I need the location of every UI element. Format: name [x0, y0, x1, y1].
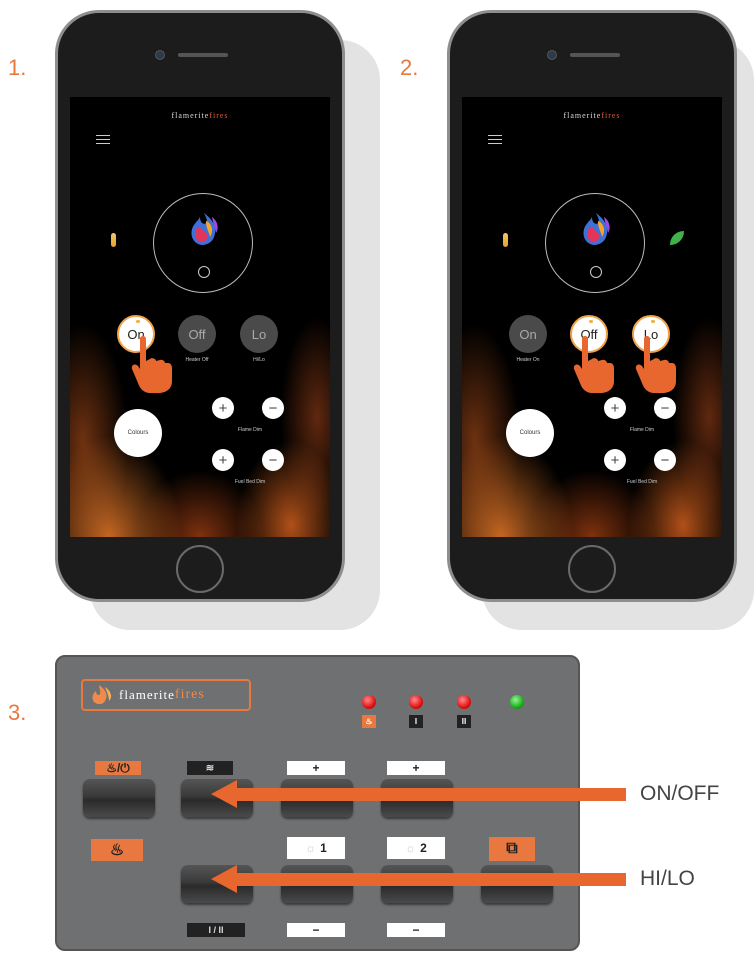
power-button[interactable]: [83, 779, 155, 817]
hi-lo-tag: I / II: [187, 923, 245, 937]
app-screen-1: flameritefires On Off Lo Heater Off Hi/L…: [70, 97, 330, 537]
hamburger-menu-icon[interactable]: [96, 135, 110, 147]
on-off-arrow: [236, 788, 626, 801]
flame-dim-minus-button[interactable]: −: [654, 397, 676, 419]
link-icon: ⧉: [489, 837, 535, 861]
bulb-icon: ☼: [405, 841, 417, 855]
heat-1-indicator: I: [409, 715, 423, 728]
speaker: [178, 53, 228, 57]
app-brand: flameritefires: [171, 111, 229, 120]
flame-dim-label: Flame Dim: [629, 427, 655, 433]
thermometer-icon: [111, 233, 116, 247]
light-2-tag: ☼ 2: [387, 837, 445, 859]
fuel-bed-plus-button[interactable]: +: [212, 449, 234, 471]
colours-button[interactable]: Colours: [506, 409, 554, 457]
flame-dim-minus-button[interactable]: −: [262, 397, 284, 419]
on-off-label: ON/OFF: [640, 782, 720, 805]
power-tag: ♨ / ⏻: [95, 761, 141, 775]
fuel-bed-dim-label: Fuel Bed Dim: [234, 479, 266, 485]
phone-2: flameritefires On Off Lo Heater On Colou…: [447, 10, 737, 602]
on-button[interactable]: On: [509, 315, 547, 353]
heat-2-indicator: II: [457, 715, 471, 728]
step-number-1: 1.: [8, 55, 27, 80]
led-power: [510, 695, 524, 709]
colours-button[interactable]: Colours: [114, 409, 162, 457]
flame-dim-plus-button[interactable]: +: [212, 397, 234, 419]
plus-tag-1: +: [287, 761, 345, 775]
fuel-bed-minus-button[interactable]: −: [262, 449, 284, 471]
power-icon: ⏻: [120, 760, 130, 775]
bulb-icon: ☼: [305, 841, 317, 855]
phone-1: flameritefires On Off Lo Heater Off Hi/L…: [55, 10, 345, 602]
fuel-bed-dim-label: Fuel Bed Dim: [626, 479, 658, 485]
hamburger-menu-icon[interactable]: [488, 135, 502, 147]
flame-dim-label: Flame Dim: [237, 427, 263, 433]
led-heat-1: [409, 695, 423, 709]
fuel-bed-plus-button[interactable]: +: [604, 449, 626, 471]
flame-indicator-icon: ♨: [362, 715, 376, 728]
step-number-3: 3.: [8, 700, 27, 725]
flame-logo-icon: [92, 685, 112, 705]
hi-lo-label: Hi/Lo: [253, 357, 265, 363]
eco-leaf-icon[interactable]: [668, 229, 686, 247]
heater-icon-tag: ≋: [187, 761, 233, 775]
flamerite-logo: flamerite fires: [81, 679, 251, 711]
power-icon[interactable]: [198, 266, 210, 278]
hi-lo-arrow-head: [211, 865, 237, 893]
home-button[interactable]: [568, 545, 616, 593]
flame-logo-icon: [583, 213, 610, 245]
off-button[interactable]: Off: [178, 315, 216, 353]
pointing-hand-icon: [131, 336, 172, 393]
fuel-bed-minus-button[interactable]: −: [654, 449, 676, 471]
control-panel: flamerite fires ♨ I II ♨ / ⏻ ≋ + + ♨ ☼ 1 ☼ 2 …: [55, 655, 580, 951]
heater-off-label: Heater Off: [185, 357, 209, 363]
flame-effect-icon: ♨: [91, 839, 143, 861]
heater-on-label: Heater On: [516, 357, 540, 363]
led-flame: [362, 695, 376, 709]
step-number-2: 2.: [400, 55, 419, 80]
plus-tag-2: +: [387, 761, 445, 775]
led-heat-2: [457, 695, 471, 709]
flame-dim-plus-button[interactable]: +: [604, 397, 626, 419]
app-brand: flameritefires: [563, 111, 621, 120]
speaker: [570, 53, 620, 57]
on-off-arrow-head: [211, 780, 237, 808]
flame-dial[interactable]: [153, 193, 253, 293]
flame-icon: ♨: [106, 761, 117, 775]
power-icon[interactable]: [590, 266, 602, 278]
minus-tag-2: −: [387, 923, 445, 937]
minus-tag-1: −: [287, 923, 345, 937]
hi-lo-label: HI/LO: [640, 867, 695, 890]
hi-lo-arrow: [236, 873, 626, 886]
light-1-tag: ☼ 1: [287, 837, 345, 859]
flame-dial[interactable]: [545, 193, 645, 293]
front-camera: [547, 50, 557, 60]
lo-button[interactable]: Lo: [240, 315, 278, 353]
thermometer-icon: [503, 233, 508, 247]
pointing-hand-icon: [635, 336, 676, 393]
home-button[interactable]: [176, 545, 224, 593]
pointing-hand-icon: [573, 336, 614, 393]
flame-logo-icon: [191, 213, 218, 245]
front-camera: [155, 50, 165, 60]
app-screen-2: flameritefires On Off Lo Heater On Colou…: [462, 97, 722, 537]
